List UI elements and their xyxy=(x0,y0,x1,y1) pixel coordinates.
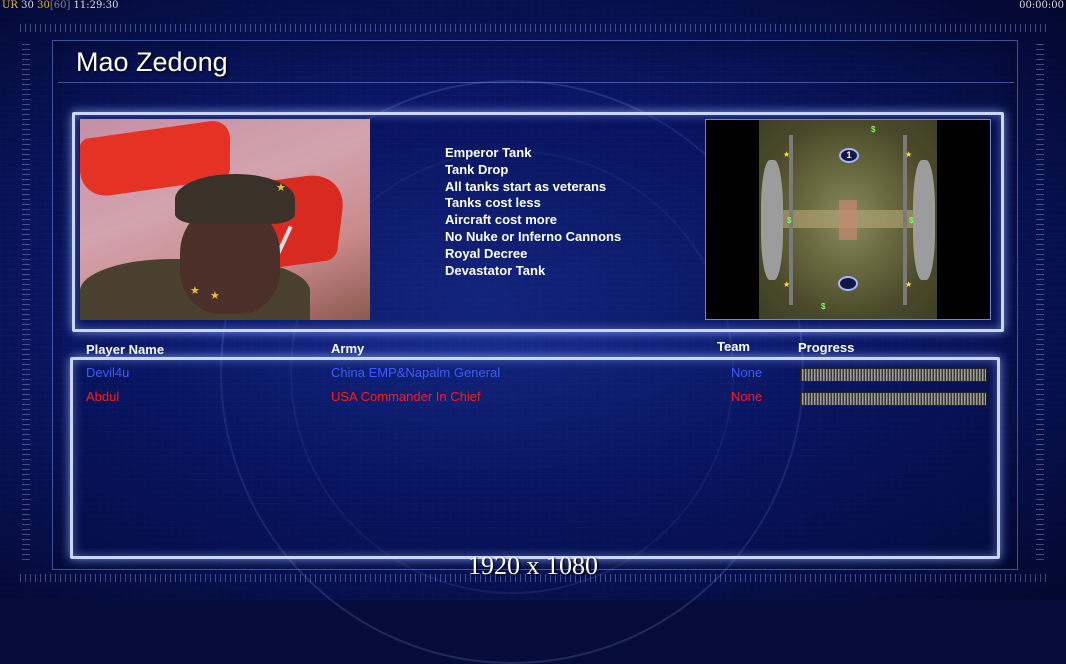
timer-hud: 00:00:00 xyxy=(1019,0,1064,11)
collar-star-icon: ★ xyxy=(190,285,200,297)
power-item: Emperor Tank xyxy=(445,145,532,160)
map-center xyxy=(839,200,857,240)
cap-star-icon: ★ xyxy=(276,182,286,194)
column-header-army: Army xyxy=(331,341,365,356)
table-row: Devil4u China EMP&Napalm General None xyxy=(0,365,1066,383)
map-cash-icon: $ xyxy=(909,216,914,225)
power-item: Royal Decree xyxy=(445,245,528,261)
map-cliff xyxy=(913,160,935,280)
hud-clock: 11:29:30 xyxy=(73,0,119,11)
map-terrain: ★ ★ ★ ★ $ $ $ $ 1 xyxy=(759,120,937,319)
left-ruler xyxy=(22,40,30,560)
player-army: China EMP&Napalm General xyxy=(331,365,501,380)
player-team: None xyxy=(731,365,763,380)
general-portrait: ★ ★ ★ xyxy=(80,119,370,320)
player-team: None xyxy=(731,389,763,404)
power-item: Devastator Tank xyxy=(445,262,546,278)
player-progress-bar xyxy=(800,392,987,406)
player-army: USA Commander In Chief xyxy=(331,389,481,404)
hud-value-a: 30 xyxy=(21,0,34,11)
hud-value-b: 30 xyxy=(37,0,50,11)
column-header-team: Team xyxy=(717,339,750,354)
top-ruler xyxy=(20,24,1046,32)
map-cash-icon: $ xyxy=(821,302,826,311)
power-item: No Nuke or Inferno Cannons xyxy=(445,228,622,244)
table-row: Abdul USA Commander In Chief None xyxy=(0,389,1066,407)
general-name: Mao Zedong xyxy=(76,47,228,77)
start-position-1[interactable]: 1 xyxy=(839,148,859,163)
fps-hud: UR 30 30[60] 11:29:30 xyxy=(2,0,118,11)
map-supply-star-icon: ★ xyxy=(783,280,791,289)
hud-value-c: [60] xyxy=(49,0,71,11)
column-header-progress: Progress xyxy=(798,340,855,355)
map-supply-star-icon: ★ xyxy=(905,280,913,289)
player-progress-bar xyxy=(800,368,987,382)
general-powers-list: Emperor Tank Tank Drop All tanks start a… xyxy=(445,145,621,279)
column-header-player-name: Player Name xyxy=(86,342,165,357)
power-item: Aircraft cost more xyxy=(445,212,557,228)
player-name: Abdul xyxy=(86,389,120,404)
map-preview: ★ ★ ★ ★ $ $ $ $ 1 xyxy=(705,119,991,320)
collar-star-icon: ★ xyxy=(210,290,220,302)
map-supply-star-icon: ★ xyxy=(783,150,791,159)
players-panel xyxy=(70,357,1000,559)
start-position-2[interactable] xyxy=(838,276,858,291)
power-item: Tank Drop xyxy=(445,161,509,177)
power-item: All tanks start as veterans xyxy=(445,178,607,194)
right-ruler xyxy=(1036,40,1044,560)
resolution-label: 1920 x 1080 xyxy=(468,551,598,580)
map-cash-icon: $ xyxy=(871,125,876,134)
player-name: Devil4u xyxy=(86,365,130,380)
map-supply-star-icon: ★ xyxy=(905,150,913,159)
map-cash-icon: $ xyxy=(787,216,792,225)
power-item: Tanks cost less xyxy=(445,195,541,211)
hud-prefix: UR xyxy=(2,0,18,11)
map-cliff xyxy=(761,160,783,280)
